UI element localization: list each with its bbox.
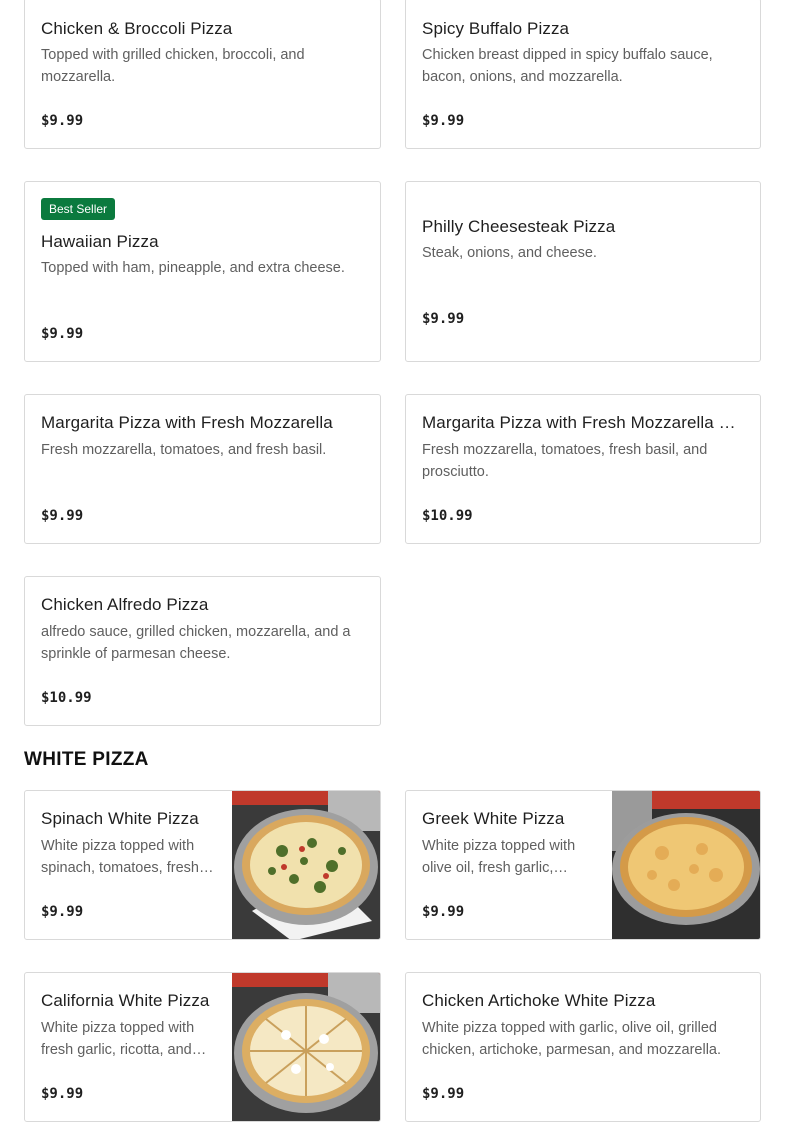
item-price: $9.99 — [422, 904, 465, 920]
greek-pizza-image — [612, 791, 760, 939]
item-price: $10.99 — [41, 690, 92, 706]
item-description: Chicken breast dipped in spicy buffalo s… — [422, 47, 713, 85]
menu-item-card[interactable]: Chicken Alfredo Pizza alfredo sauce, gri… — [24, 576, 381, 726]
item-price: $9.99 — [41, 904, 84, 920]
item-description: White pizza topped with garlic, olive oi… — [422, 1020, 722, 1058]
item-title: Chicken Artichoke White Pizza — [422, 991, 656, 1010]
item-description: White pizza topped with olive oil, fresh… — [422, 838, 576, 876]
item-price: $9.99 — [41, 113, 84, 129]
menu-item-card[interactable]: Margarita Pizza with Fresh Mozzarella &…… — [405, 394, 761, 544]
item-description: alfredo sauce, grilled chicken, mozzarel… — [41, 624, 351, 662]
item-description: Fresh mozzarella, tomatoes, fresh basil,… — [422, 442, 708, 480]
item-title: Margarita Pizza with Fresh Mozzarella &… — [422, 413, 744, 432]
spinach-pizza-image — [232, 791, 380, 939]
menu-item-card[interactable]: Chicken & Broccoli Pizza Topped with gri… — [24, 0, 381, 149]
menu-item-card[interactable]: Greek White Pizza White pizza topped wit… — [405, 790, 761, 940]
item-description: Topped with ham, pineapple, and extra ch… — [41, 260, 345, 276]
item-price: $9.99 — [422, 311, 465, 327]
item-description: White pizza topped with spinach, tomatoe… — [41, 838, 214, 876]
item-description: Topped with grilled chicken, broccoli, a… — [41, 47, 305, 85]
item-title: Margarita Pizza with Fresh Mozzarella — [41, 413, 333, 432]
item-title: Philly Cheesesteak Pizza — [422, 217, 616, 236]
item-description: Fresh mozzarella, tomatoes, and fresh ba… — [41, 442, 327, 458]
item-title: Hawaiian Pizza — [41, 232, 159, 251]
best-seller-badge: Best Seller — [41, 198, 116, 220]
menu-item-card[interactable]: Best Seller Hawaiian Pizza Topped with h… — [24, 181, 381, 362]
item-price: $9.99 — [422, 1086, 465, 1102]
menu-item-card[interactable]: California White Pizza White pizza toppe… — [24, 972, 381, 1122]
item-title: California White Pizza — [41, 991, 210, 1010]
item-price: $9.99 — [422, 113, 465, 129]
item-price: $10.99 — [422, 508, 473, 524]
item-description: Steak, onions, and cheese. — [422, 245, 597, 261]
item-title: Spicy Buffalo Pizza — [422, 19, 570, 38]
menu-item-card[interactable]: Philly Cheesesteak Pizza Steak, onions, … — [405, 181, 761, 362]
item-title: Chicken Alfredo Pizza — [41, 595, 209, 614]
menu-item-card[interactable]: Margarita Pizza with Fresh Mozzarella Fr… — [24, 394, 381, 544]
menu-item-card[interactable]: Chicken Artichoke White Pizza White pizz… — [405, 972, 761, 1122]
item-title: Chicken & Broccoli Pizza — [41, 19, 233, 38]
item-price: $9.99 — [41, 326, 84, 342]
section-heading: WHITE PIZZA — [24, 749, 149, 770]
item-price: $9.99 — [41, 1086, 84, 1102]
item-price: $9.99 — [41, 508, 84, 524]
item-title: Greek White Pizza — [422, 809, 565, 828]
menu-item-card[interactable]: Spinach White Pizza White pizza topped w… — [24, 790, 381, 940]
item-description: White pizza topped with fresh garlic, ri… — [41, 1020, 207, 1058]
california-pizza-image — [232, 973, 380, 1121]
menu-item-card[interactable]: Spicy Buffalo Pizza Chicken breast dippe… — [405, 0, 761, 149]
item-title: Spinach White Pizza — [41, 809, 199, 828]
